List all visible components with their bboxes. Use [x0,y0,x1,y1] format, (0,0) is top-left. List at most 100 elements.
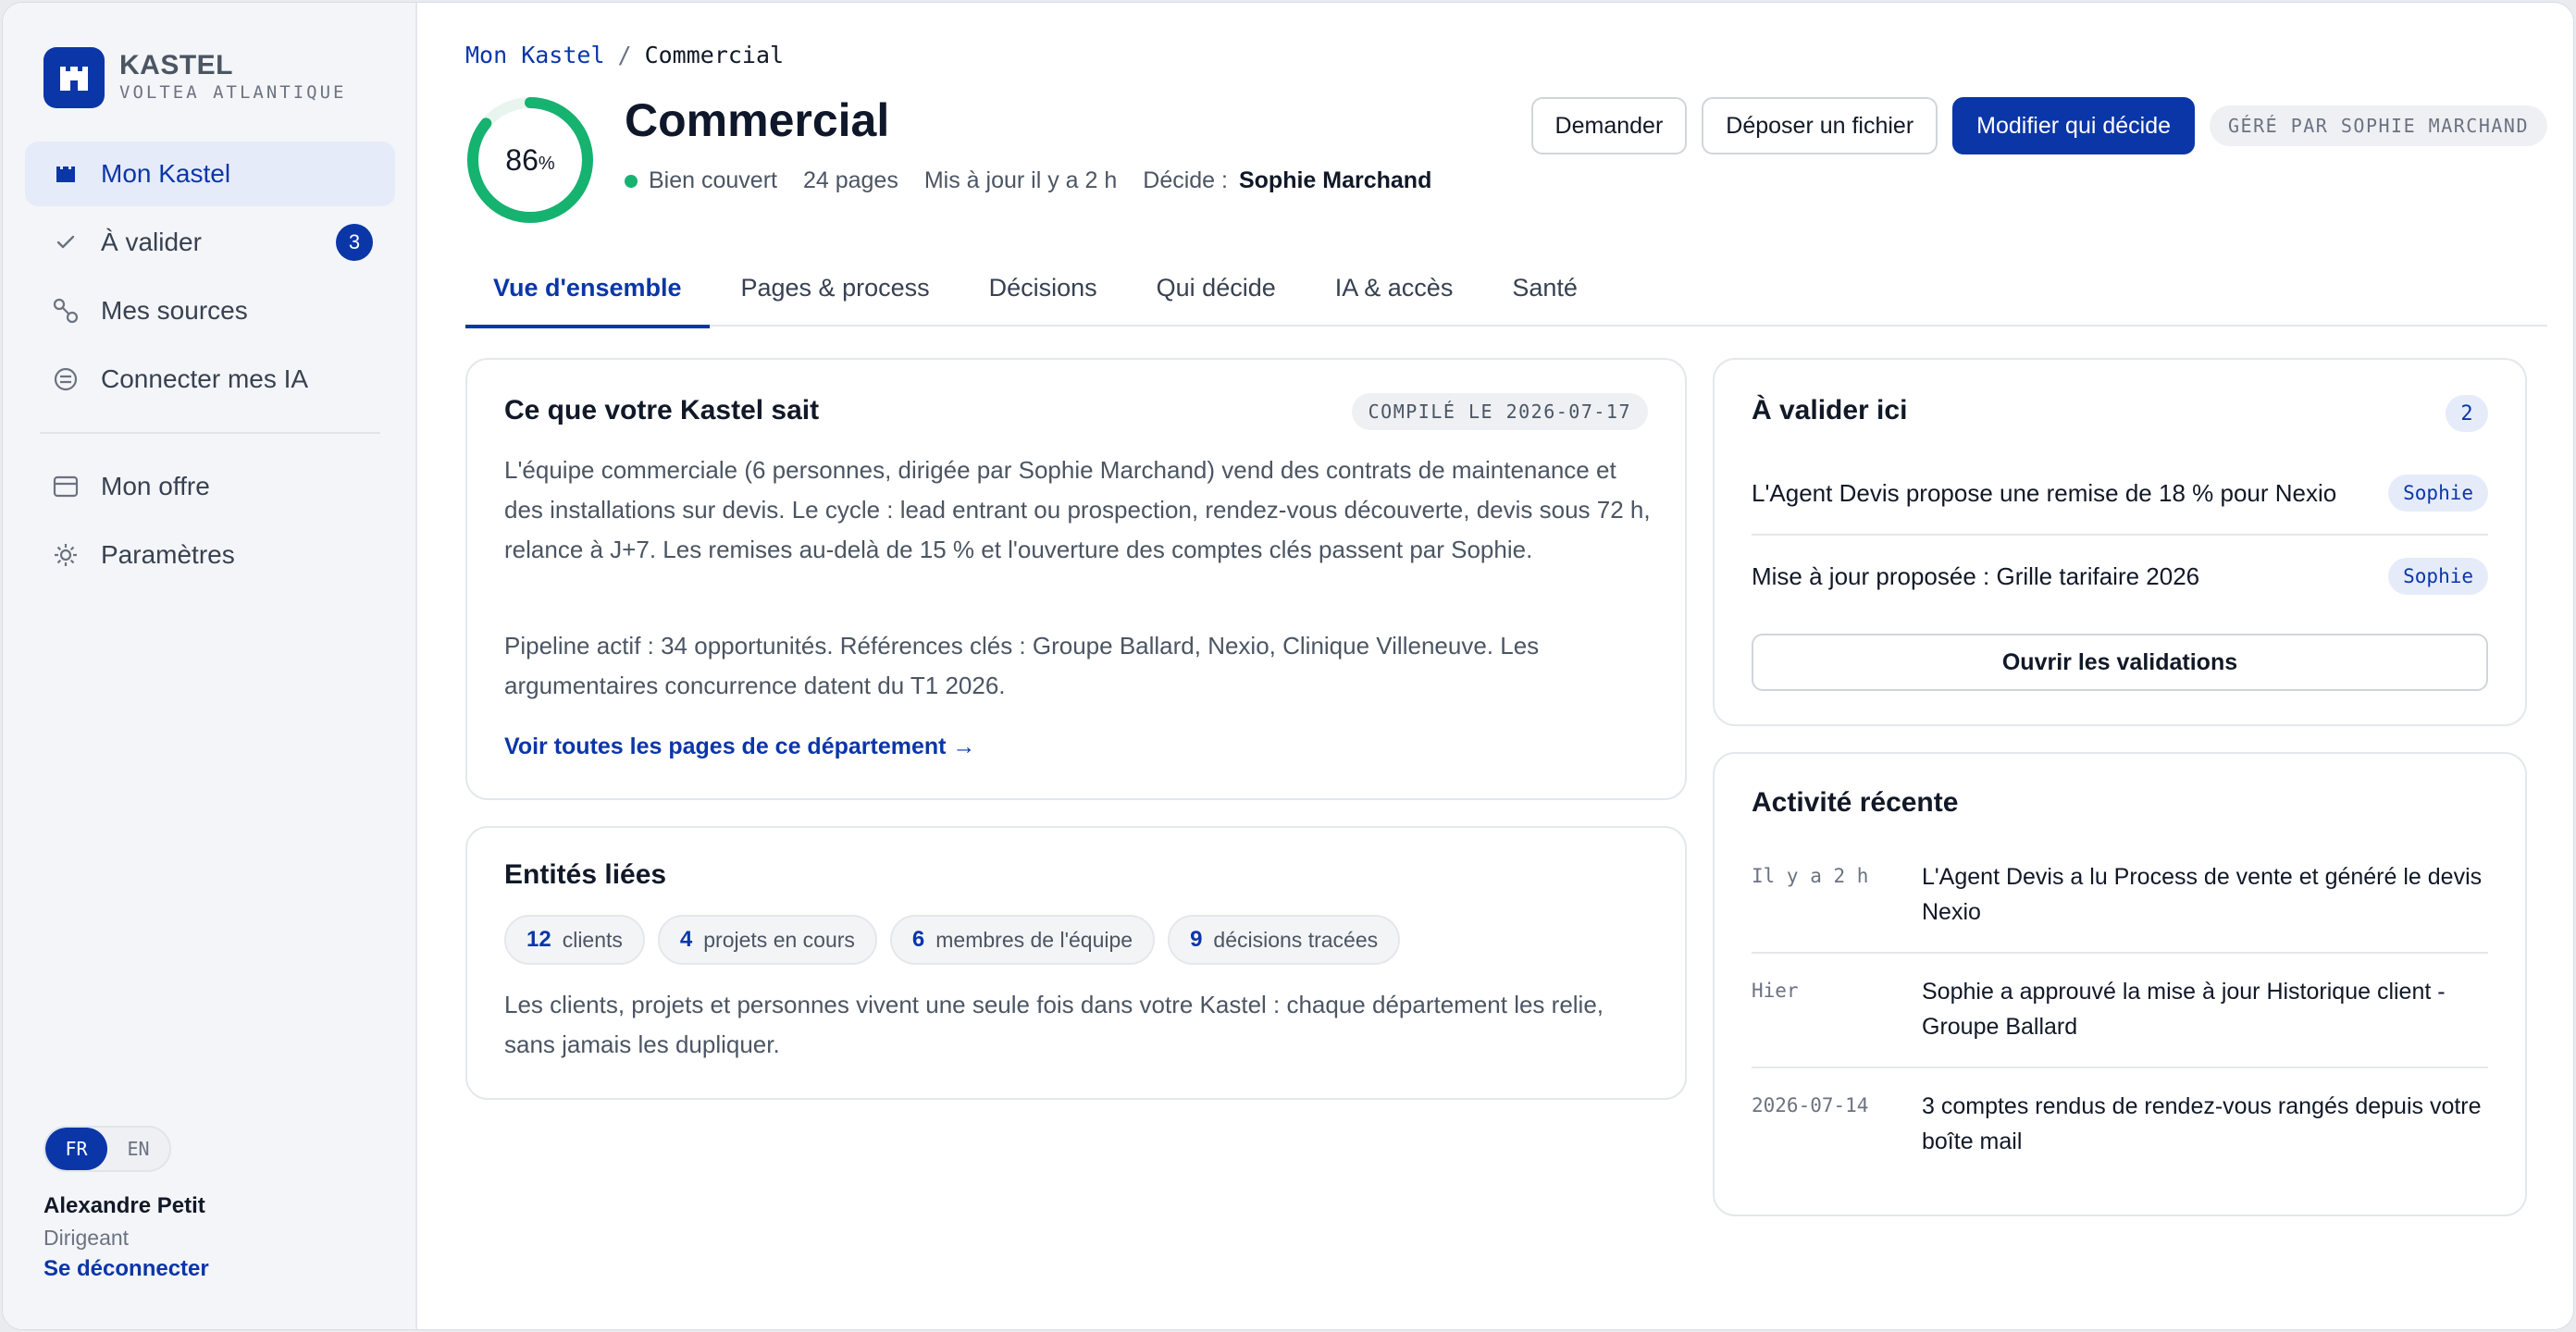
coverage-value: 86% [465,95,595,225]
app-window: KASTEL VOLTEA ATLANTIQUE Mon Kastel À va… [2,2,2574,1330]
activity-time: 2026-07-14 [1752,1094,1869,1116]
sidebar: KASTEL VOLTEA ATLANTIQUE Mon Kastel À va… [3,3,417,1329]
knowledge-summary: L'équipe commerciale (6 personnes, dirig… [504,456,1651,563]
decider-label: Décide : [1143,167,1228,193]
activity-item: 2026-07-14 3 comptes rendus de rendez-vo… [1752,1089,2488,1159]
entity-chip-team[interactable]: 6 membres de l'équipe [889,915,1156,965]
status-text: Bien couvert [649,167,777,193]
validation-item[interactable]: L'Agent Devis propose une remise de 18 %… [1752,452,2488,534]
sidebar-item-a-valider[interactable]: À valider 3 [25,210,395,275]
sidebar-divider [40,432,380,434]
pages-count: 24 pages [802,167,898,193]
compiled-date-badge: COMPILÉ LE 2026-07-17 [1351,393,1648,430]
validator-tag: Sophie [2388,475,2488,512]
activity-text: 3 comptes rendus de rendez-vous rangés d… [1922,1093,2482,1154]
validate-count-badge: 2 [2446,395,2488,432]
tab-health[interactable]: Santé [1484,249,1605,327]
brand-name: KASTEL [119,50,233,80]
page-title: Commercial [625,94,890,146]
all-pages-link[interactable]: Voir toutes les pages de ce département … [504,734,975,760]
breadcrumb-separator: / [617,42,632,68]
entity-chip-clients[interactable]: 12 clients [504,915,645,965]
page-meta: Bien couvert 24 pages Mis à jour il y a … [625,167,1431,194]
knowledge-card: Ce que votre Kastel sait COMPILÉ LE 2026… [465,358,1687,800]
entities-chips: 12 clients 4 projets en cours 6 membres de … [504,915,1413,965]
tab-ai-access[interactable]: IA & accès [1307,249,1481,327]
ai-connect-icon [51,364,80,394]
activity-title: Activité récente [1752,787,1959,818]
user-name: Alexandre Petit [43,1193,205,1218]
entities-description: Les clients, projets et personnes vivent… [504,991,1604,1058]
sidebar-item-label: Mon Kastel [101,159,231,188]
managed-by-badge: GÉRÉ PAR SOPHIE MARCHAND [2210,105,2547,146]
edit-decider-button[interactable]: Modifier qui décide [1952,97,2196,154]
header-actions: Demander Déposer un fichier Modifier qui… [1517,97,2547,154]
tab-overview[interactable]: Vue d'ensemble [465,249,710,328]
status-dot [625,174,638,188]
activity-time: Hier [1752,980,1799,1002]
language-switch: FR EN [43,1126,171,1172]
coverage-unit: % [538,153,555,174]
main-content: Mon Kastel / Commercial 86% Commercial Bie… [417,3,2573,1329]
entity-count: 4 [679,927,693,952]
sidebar-item-connecter-ia[interactable]: Connecter mes IA [25,347,395,412]
sidebar-item-label: Connecter mes IA [101,364,309,393]
sidebar-item-label: À valider [101,228,202,256]
sidebar-item-parametres[interactable]: Paramètres [25,523,395,587]
brand[interactable]: KASTEL VOLTEA ATLANTIQUE [43,47,346,108]
validation-item[interactable]: Mise à jour proposée : Grille tarifaire … [1752,536,2488,617]
entity-label: projets en cours [703,927,855,952]
card-icon [51,472,80,501]
entity-count: 12 [526,927,551,952]
entity-label: clients [562,927,623,952]
sidebar-item-label: Mon offre [101,472,210,500]
entity-label: décisions tracées [1213,927,1379,952]
activity-time: Il y a 2 h [1752,865,1869,887]
logout-link[interactable]: Se déconnecter [43,1253,209,1285]
row-divider [1752,1067,2488,1068]
activity-item: Il y a 2 h L'Agent Devis a lu Process de… [1752,859,2488,930]
entity-count: 6 [911,927,925,952]
validation-text: Mise à jour proposée : Grille tarifaire … [1752,561,2200,590]
lang-en-button[interactable]: EN [107,1128,169,1170]
decider-name: Sophie Marchand [1238,167,1432,193]
entity-label: membres de l'équipe [935,927,1133,952]
validator-tag: Sophie [2388,558,2488,595]
check-icon [51,228,80,257]
tab-pages-process[interactable]: Pages & process [713,249,958,327]
castle-icon [51,159,80,189]
entity-chip-decisions[interactable]: 9 décisions tracées [1168,915,1401,965]
entity-chip-projects[interactable]: 4 projets en cours [657,915,877,965]
validation-text: L'Agent Devis propose une remise de 18 %… [1752,478,2337,507]
pending-count-badge: 3 [336,224,373,261]
user-panel: Alexandre Petit Dirigeant Se déconnecter [43,1190,209,1285]
sidebar-item-mes-sources[interactable]: Mes sources [25,278,395,343]
validate-card: À valider ici 2 L'Agent Devis propose un… [1713,358,2527,726]
tab-bar: Vue d'ensemble Pages & process Décisions… [465,249,2547,328]
coverage-number: 86 [505,142,539,177]
activity-text: L'Agent Devis a lu Process de vente et g… [1922,864,2483,925]
sources-icon [51,296,80,326]
sidebar-item-mon-offre[interactable]: Mon offre [25,454,395,519]
user-role: Dirigeant [43,1226,130,1250]
activity-card: Activité récente Il y a 2 h L'Agent Devi… [1713,752,2527,1216]
sidebar-nav: Mon Kastel À valider 3 Mes sources Conne… [25,142,395,591]
knowledge-pipeline: Pipeline actif : 34 opportunités. Référe… [504,632,1540,699]
tab-decisions[interactable]: Décisions [961,249,1125,327]
open-validations-button[interactable]: Ouvrir les validations [1752,634,2488,691]
tab-who-decides[interactable]: Qui décide [1129,249,1304,327]
castle-logo-icon [43,47,105,108]
breadcrumb-root-link[interactable]: Mon Kastel [465,42,605,68]
sidebar-item-label: Paramètres [101,540,235,569]
row-divider [1752,952,2488,954]
entity-count: 9 [1190,927,1203,952]
ask-button[interactable]: Demander [1530,97,1688,154]
sidebar-item-mon-kastel[interactable]: Mon Kastel [25,142,395,206]
sidebar-item-label: Mes sources [101,296,248,325]
lang-fr-button[interactable]: FR [45,1128,107,1170]
gear-icon [51,540,80,570]
breadcrumb: Mon Kastel / Commercial [465,42,784,68]
upload-file-button[interactable]: Déposer un fichier [1702,97,1938,154]
knowledge-title: Ce que votre Kastel sait [504,395,820,426]
entities-title: Entités liées [504,859,667,890]
